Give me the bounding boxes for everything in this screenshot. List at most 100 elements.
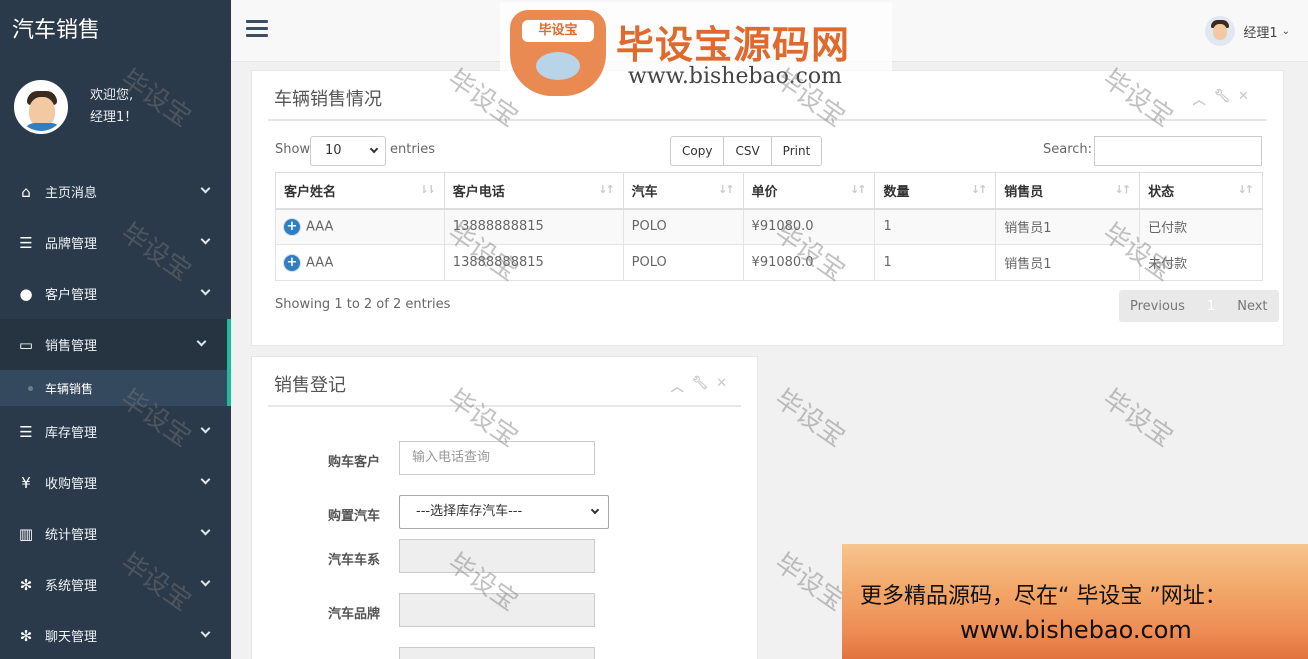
promo-banner: 更多精品源码，尽在“ 毕设宝 ”网址： www.bishebao.com bbox=[842, 544, 1308, 659]
sales-panel: 车辆销售情况 ︿ 🔧︎ ✕ Show 10 entries Copy CSV P… bbox=[251, 70, 1284, 346]
sidebar-item-customer[interactable]: ● 客户管理 bbox=[0, 268, 231, 319]
user-icon: ● bbox=[19, 284, 33, 303]
panel-title: 车辆销售情况 bbox=[274, 89, 382, 110]
previous-button[interactable]: Previous bbox=[1119, 299, 1196, 314]
brand-field bbox=[399, 593, 595, 627]
export-buttons: Copy CSV Print bbox=[670, 136, 823, 166]
table-row: + AAA 13888888815 POLO ¥91080.0 1 销售员1 未付… bbox=[275, 244, 1263, 281]
customer-phone-input[interactable]: 输入电话查询 bbox=[399, 441, 595, 475]
sidebar-item-inventory[interactable]: ☰ 库存管理 bbox=[0, 406, 231, 457]
sort-icon: ⇂⇂ bbox=[419, 183, 436, 196]
sort-icon: ↓↑ bbox=[1114, 183, 1132, 196]
sidebar-item-brand[interactable]: ☰ 品牌管理 bbox=[0, 217, 231, 268]
bullet-icon bbox=[28, 385, 33, 391]
page-length-value: 10 bbox=[325, 143, 342, 158]
site-logo-watermark: 毕设宝 毕设宝源码网 www.bishebao.com bbox=[500, 2, 892, 102]
sidebar-item-statistics[interactable]: ▥ 统计管理 bbox=[0, 508, 231, 559]
chevron-down-icon bbox=[590, 505, 600, 515]
sidebar-item-purchase[interactable]: ¥ 收购管理 bbox=[0, 457, 231, 508]
brand-label: 汽车品牌 bbox=[327, 607, 380, 622]
next-field bbox=[399, 647, 595, 659]
submenu-item-vehicle-sales[interactable]: 车辆销售 bbox=[0, 370, 231, 406]
sidebar-item-label: 主页消息 bbox=[45, 186, 98, 201]
close-icon[interactable]: ✕ bbox=[1238, 89, 1249, 108]
car-select-value: ---选择库存汽车--- bbox=[416, 504, 523, 519]
customer-label: 购车客户 bbox=[327, 455, 380, 470]
user-menu[interactable]: 经理1 ⌄ bbox=[1205, 16, 1290, 46]
next-button[interactable]: Next bbox=[1226, 299, 1278, 314]
print-button[interactable]: Print bbox=[770, 136, 823, 166]
table-cell: 1 bbox=[874, 244, 997, 281]
panel-title: 销售登记 bbox=[274, 375, 346, 396]
collapse-icon[interactable]: ︿ bbox=[671, 376, 684, 395]
column-header[interactable]: 客户姓名 ⇂⇂ bbox=[275, 172, 445, 210]
divider bbox=[268, 119, 1267, 121]
expand-row-icon[interactable]: + bbox=[284, 254, 300, 271]
column-header[interactable]: 客户电话 ↓↑ bbox=[443, 172, 624, 210]
table-row: + AAA 13888888815 POLO ¥91080.0 1 销售员1 已付… bbox=[275, 208, 1263, 245]
list-icon: ☰ bbox=[19, 422, 33, 441]
wrench-icon[interactable]: 🔧︎ bbox=[692, 376, 709, 395]
sidebar-item-label: 销售管理 bbox=[45, 339, 98, 354]
sidebar-item-home[interactable]: ⌂ 主页消息 bbox=[0, 166, 231, 217]
sidebar-menu: ⌂ 主页消息 ☰ 品牌管理 ● 客户管理 ▭ 销售管理 车辆销售 ☰ 库存管理 bbox=[0, 166, 231, 659]
search-input[interactable] bbox=[1094, 136, 1262, 166]
sort-icon: ↓↑ bbox=[970, 183, 988, 196]
copy-button[interactable]: Copy bbox=[670, 136, 725, 166]
sidebar-item-label: 统计管理 bbox=[45, 528, 98, 543]
column-header[interactable]: 汽车 ↓↑ bbox=[622, 172, 744, 210]
promo-line-1: 更多精品源码，尽在“ 毕设宝 ”网址： bbox=[860, 584, 1227, 609]
table-cell: 未付款 bbox=[1139, 244, 1263, 281]
panel-tools: ︿ 🔧︎ ✕ bbox=[671, 376, 727, 395]
csv-button[interactable]: CSV bbox=[723, 136, 772, 166]
menu-toggle-icon[interactable] bbox=[246, 20, 268, 38]
table-cell: 销售员1 bbox=[995, 208, 1141, 245]
column-header[interactable]: 数量 ↓↑ bbox=[874, 172, 997, 210]
sidebar-item-chat[interactable]: ✻ 聊天管理 bbox=[0, 610, 231, 659]
panel-tools: ︿ 🔧︎ ✕ bbox=[1193, 89, 1249, 108]
sort-icon: ↓↑ bbox=[598, 183, 615, 196]
sidebar-item-label: 客户管理 bbox=[45, 288, 98, 303]
table-cell: POLO bbox=[622, 208, 744, 245]
watermark: 毕设宝 bbox=[769, 383, 851, 454]
chevron-down-icon bbox=[200, 627, 211, 638]
show-label: Show bbox=[275, 142, 311, 157]
wrench-icon[interactable]: 🔧︎ bbox=[1214, 89, 1231, 108]
table-cell: 销售员1 bbox=[995, 244, 1141, 281]
submenu-item-label: 车辆销售 bbox=[45, 381, 94, 396]
column-header[interactable]: 销售员 ↓↑ bbox=[995, 172, 1141, 210]
welcome-text: 欢迎您, 经理1！ bbox=[90, 85, 137, 129]
collapse-icon[interactable]: ︿ bbox=[1193, 89, 1206, 108]
sidebar-item-label: 品牌管理 bbox=[45, 237, 98, 252]
chevron-down-icon bbox=[200, 234, 211, 245]
avatar bbox=[14, 80, 68, 134]
chevron-down-icon bbox=[200, 285, 211, 296]
car-select[interactable]: ---选择库存汽车--- bbox=[399, 495, 609, 529]
page-1-button[interactable]: 1 bbox=[1196, 299, 1226, 314]
table-cell: 1 bbox=[874, 208, 997, 245]
expand-row-icon[interactable]: + bbox=[284, 218, 300, 235]
column-header[interactable]: 单价 ↓↑ bbox=[742, 172, 876, 210]
user-profile: 欢迎您, 经理1！ bbox=[14, 80, 137, 134]
series-field bbox=[399, 539, 595, 573]
page-length-select[interactable]: 10 bbox=[310, 136, 386, 166]
table-cell: ¥91080.0 bbox=[742, 244, 876, 281]
logo-badge-text: 毕设宝 bbox=[522, 20, 594, 42]
gear-icon: ✻ bbox=[19, 626, 33, 645]
close-icon[interactable]: ✕ bbox=[716, 376, 727, 395]
list-icon: ☰ bbox=[19, 233, 33, 252]
user-name: 经理1 bbox=[1243, 25, 1278, 41]
table-header-row: 客户姓名 ⇂⇂ 客户电话 ↓↑ 汽车 ↓↑ 单价 ↓↑ 数量 ↓↑ 销售员 ↓↑ 状态 ↓↑ bbox=[275, 172, 1263, 210]
logo-title: 毕设宝源码网 bbox=[616, 23, 851, 67]
table-cell: 13888888815 bbox=[443, 208, 624, 245]
entries-label: entries bbox=[390, 142, 436, 157]
chevron-down-icon: ⌄ bbox=[1281, 25, 1290, 37]
sidebar-item-system[interactable]: ✻ 系统管理 bbox=[0, 559, 231, 610]
sidebar-item-label: 聊天管理 bbox=[45, 630, 98, 645]
sidebar-item-label: 库存管理 bbox=[45, 426, 98, 441]
app-brand[interactable]: 汽车销售 bbox=[0, 0, 231, 62]
welcome-user: 经理1！ bbox=[90, 110, 138, 125]
column-header[interactable]: 状态 ↓↑ bbox=[1139, 172, 1263, 210]
sidebar-item-sales[interactable]: ▭ 销售管理 bbox=[0, 319, 231, 370]
series-label: 汽车车系 bbox=[327, 553, 380, 568]
